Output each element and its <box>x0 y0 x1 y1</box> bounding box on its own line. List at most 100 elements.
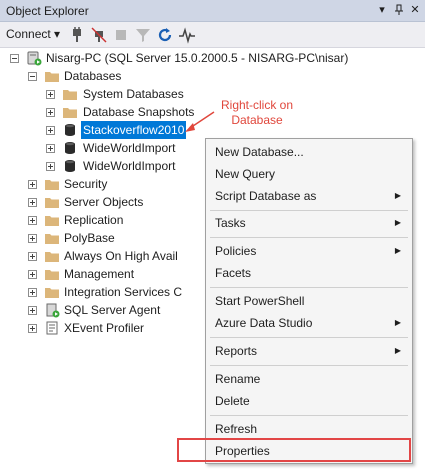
menu-item-facets[interactable]: Facets <box>207 262 411 284</box>
submenu-arrow-icon: ▶ <box>394 318 401 327</box>
server-objects-label: Server Objects <box>64 195 144 209</box>
stop-icon[interactable] <box>112 26 130 44</box>
submenu-arrow-icon: ▶ <box>394 246 401 255</box>
sql-agent-icon <box>46 303 60 318</box>
collapse-icon[interactable] <box>28 72 37 81</box>
folder-icon <box>45 288 59 298</box>
menu-item-tasks[interactable]: Tasks ▶ <box>207 212 411 234</box>
expand-icon[interactable] <box>46 108 55 117</box>
activity-monitor-icon[interactable] <box>178 26 196 44</box>
server-label: Nisarg-PC (SQL Server 15.0.2000.5 - NISA… <box>46 51 349 65</box>
menu-label: Policies <box>215 244 257 258</box>
properties-highlight-box <box>177 438 411 462</box>
collapse-icon[interactable] <box>10 54 19 63</box>
xevent-profiler-label: XEvent Profiler <box>64 321 145 335</box>
expand-icon[interactable] <box>46 126 55 135</box>
menu-item-new-database[interactable]: New Database... <box>207 141 411 163</box>
folder-icon <box>45 270 59 280</box>
annotation-arrow <box>185 111 215 132</box>
connect-server-icon[interactable] <box>68 26 86 44</box>
folder-icon <box>63 108 77 118</box>
submenu-arrow-icon: ▶ <box>394 218 401 227</box>
menu-item-policies[interactable]: Policies ▶ <box>207 240 411 262</box>
tree-node-sql-agent[interactable]: SQL Server Agent <box>0 301 205 319</box>
sql-agent-label: SQL Server Agent <box>64 303 161 317</box>
folder-icon <box>45 72 59 82</box>
expand-icon[interactable] <box>28 324 37 333</box>
expand-icon[interactable] <box>28 252 37 261</box>
menu-label: Refresh <box>215 422 258 436</box>
databases-label: Databases <box>64 69 122 83</box>
menu-item-start-powershell[interactable]: Start PowerShell <box>207 290 411 312</box>
expand-icon[interactable] <box>28 270 37 279</box>
tree-node-always-on[interactable]: Always On High Avail <box>0 247 205 265</box>
tree-node-database-wwi1[interactable]: WideWorldImport <box>0 139 205 157</box>
menu-item-azure-data-studio[interactable]: Azure Data Studio ▶ <box>207 312 411 334</box>
database-icon <box>65 124 75 136</box>
tree-node-xevent-profiler[interactable]: XEvent Profiler <box>0 319 205 337</box>
database-snapshots-label: Database Snapshots <box>83 105 195 119</box>
database-label: WideWorldImport <box>83 141 176 155</box>
menu-label: Facets <box>215 266 252 280</box>
object-explorer-titlebar: Object Explorer ▾ ✕ <box>0 0 425 22</box>
menu-separator <box>210 237 408 238</box>
menu-label: Delete <box>215 394 250 408</box>
expand-icon[interactable] <box>28 288 37 297</box>
server-icon <box>27 51 42 66</box>
disconnect-icon[interactable] <box>90 26 108 44</box>
tree-node-polybase[interactable]: PolyBase <box>0 229 205 247</box>
database-icon <box>65 142 75 154</box>
context-menu: New Database... New Query Script Databas… <box>205 138 413 464</box>
expand-icon[interactable] <box>28 234 37 243</box>
menu-item-rename[interactable]: Rename <box>207 368 411 390</box>
expand-icon[interactable] <box>28 198 37 207</box>
folder-icon <box>45 252 59 262</box>
expand-icon[interactable] <box>28 216 37 225</box>
refresh-icon[interactable] <box>156 26 174 44</box>
management-label: Management <box>64 267 135 281</box>
folder-icon <box>45 180 59 190</box>
menu-label: Tasks <box>215 216 246 230</box>
tree-node-databases[interactable]: Databases <box>0 67 425 85</box>
menu-item-script-database-as[interactable]: Script Database as ▶ <box>207 185 411 207</box>
annotation-line1: Right-click on <box>220 98 294 112</box>
connect-button[interactable]: Connect ▾ <box>6 27 60 41</box>
tree-node-server[interactable]: Nisarg-PC (SQL Server 15.0.2000.5 - NISA… <box>0 49 425 67</box>
tree-node-database-wwi2[interactable]: WideWorldImport <box>0 157 205 175</box>
expand-icon[interactable] <box>28 180 37 189</box>
database-icon <box>65 160 75 172</box>
polybase-label: PolyBase <box>64 231 115 245</box>
folder-icon <box>45 216 59 226</box>
tree-node-replication[interactable]: Replication <box>0 211 205 229</box>
dropdown-arrow-icon[interactable]: ▾ <box>374 2 390 18</box>
database-label: WideWorldImport <box>83 159 176 173</box>
submenu-arrow-icon: ▶ <box>394 346 401 355</box>
menu-item-new-query[interactable]: New Query <box>207 163 411 185</box>
folder-icon <box>63 90 77 100</box>
menu-item-reports[interactable]: Reports ▶ <box>207 340 411 362</box>
tree-node-server-objects[interactable]: Server Objects <box>0 193 205 211</box>
pin-icon[interactable] <box>391 2 407 18</box>
tree-node-management[interactable]: Management <box>0 265 205 283</box>
menu-item-delete[interactable]: Delete <box>207 390 411 412</box>
expand-icon[interactable] <box>28 306 37 315</box>
database-label-selected: Stackoverflow2010 <box>79 120 188 140</box>
submenu-arrow-icon: ▶ <box>394 191 401 200</box>
menu-label: Azure Data Studio <box>215 316 313 330</box>
connect-label: Connect <box>6 27 51 41</box>
expand-icon[interactable] <box>46 162 55 171</box>
menu-label: New Query <box>215 167 276 181</box>
tree-node-database-stackoverflow[interactable]: Stackoverflow2010 <box>0 120 200 140</box>
expand-icon[interactable] <box>46 144 55 153</box>
filter-icon[interactable] <box>134 26 152 44</box>
expand-icon[interactable] <box>46 90 55 99</box>
security-label: Security <box>64 177 108 191</box>
annotation-callout: Right-click on Database <box>212 98 302 128</box>
tree-node-security[interactable]: Security <box>0 175 205 193</box>
tree-node-integration-services[interactable]: Integration Services C <box>0 283 205 301</box>
menu-label: New Database... <box>215 145 304 159</box>
menu-label: Reports <box>215 344 258 358</box>
menu-item-refresh[interactable]: Refresh <box>207 418 411 440</box>
menu-separator <box>210 415 408 416</box>
close-icon[interactable]: ✕ <box>407 2 423 18</box>
